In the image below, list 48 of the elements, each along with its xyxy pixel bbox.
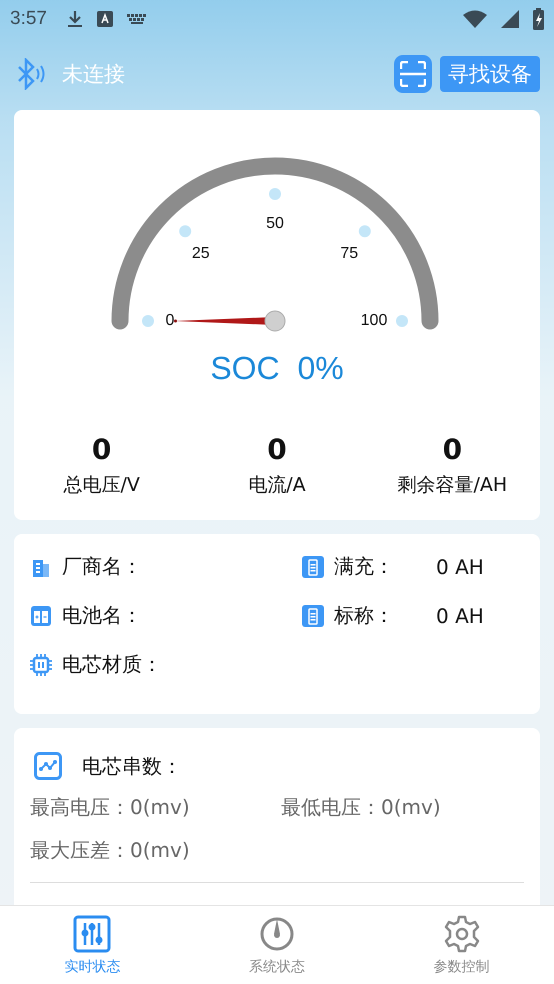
tick-label: 25 [192,244,210,262]
battery-charging-icon [533,8,544,30]
bluetooth-icon [16,58,46,90]
tick-dot [269,188,281,200]
nav-tab[interactable]: 参数控制 [369,906,554,984]
line-chart-icon [34,752,62,780]
stat-value: 0 [442,433,462,466]
stat-value: 0 [267,433,287,466]
stat-label: 电流/A [248,473,306,498]
stat-label: 总电压/V [63,473,140,498]
battery-icon [302,604,324,626]
tick-label: 100 [360,312,388,330]
download-icon [66,10,83,28]
stat-value: 0 [92,433,112,466]
signal-icon [501,10,519,28]
voltage-reading: 最大压差：0(mv) [30,837,191,864]
wifi-icon [463,10,487,28]
battery-icon [302,556,324,578]
info-label: 标称： [334,602,395,629]
info-label: 厂商名： [62,553,143,580]
stat-label: 剩余容量/AH [397,473,508,498]
status-time: 3:57 [10,8,47,30]
voltage-reading: 最高电压：0(mv) [30,794,191,821]
battery-cells-icon [30,604,52,626]
info-label: 满充： [334,553,395,580]
info-value: 0 AH [436,554,484,578]
tick-label: 50 [266,215,284,232]
keyboard-letter-icon [96,11,113,27]
tick-dot [142,315,154,327]
tick-dot [179,225,192,238]
keyboard-icon [126,14,147,24]
sliders-icon [72,914,112,954]
soc-reading: SOC 0% [210,350,344,387]
tick-dot [358,225,371,238]
scan-button[interactable] [394,55,432,93]
nav-tab[interactable]: 实时状态 [0,906,185,984]
cell-count-label: 电芯串数： [82,752,182,780]
info-label: 电池名： [62,602,143,629]
tick-label: 0 [166,312,174,330]
info-label: 电芯材质： [62,651,162,678]
chip-icon [30,654,52,676]
connection-status: 未连接 [62,61,125,88]
voltage-reading: 最低电压：0(mv) [281,794,442,821]
info-value: 0 AH [436,604,484,628]
tick-dot [396,315,408,327]
find-device-button[interactable]: 寻找设备 [440,56,540,92]
nav-tab[interactable]: 系统状态 [184,906,370,984]
tick-label: 75 [340,244,358,262]
